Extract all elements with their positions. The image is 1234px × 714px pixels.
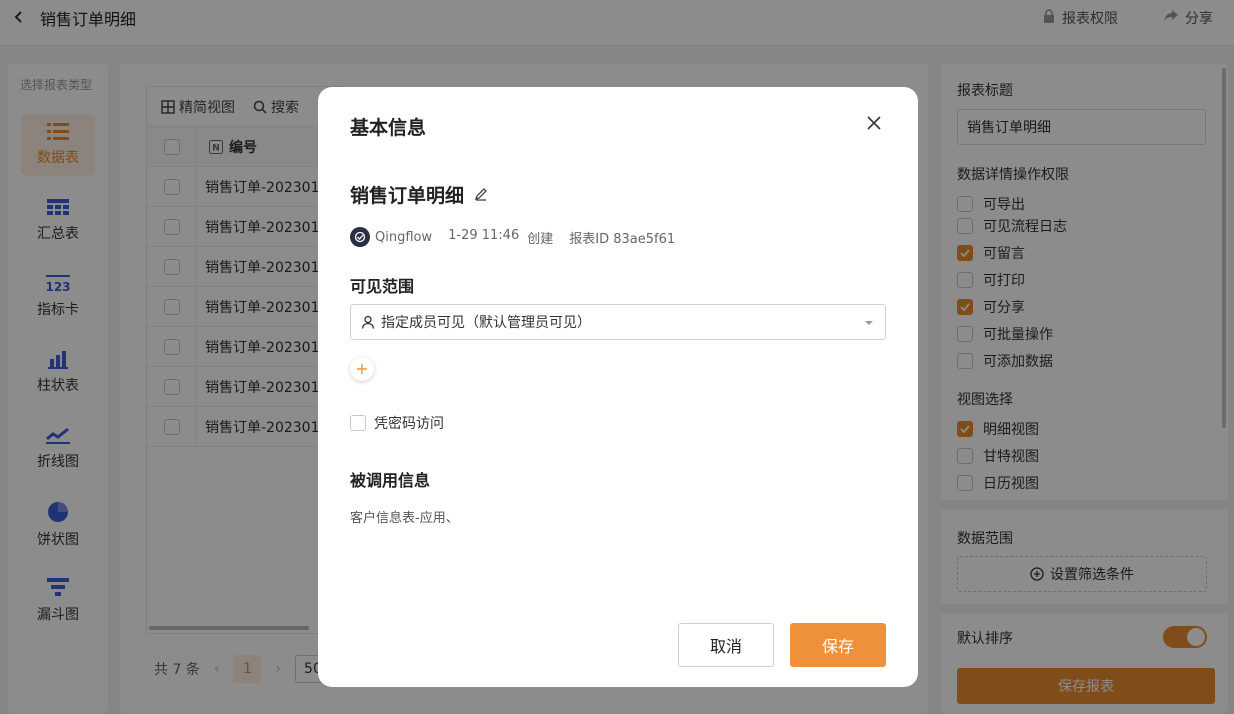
password-access-label: 凭密码访问 [374,416,444,432]
chevron-down-icon [865,321,873,325]
basic-info-dialog: 基本信息 销售订单明细 Qingflow 1-29 11:46 创建 报表ID … [318,87,918,687]
plus-icon [357,364,367,374]
creator-name: Qingflow [375,229,433,245]
visibility-select[interactable]: 指定成员可见（默认管理员可见） [350,304,886,340]
edit-pencil-icon[interactable] [474,184,488,206]
dialog-title: 基本信息 [350,117,427,139]
qingflow-logo-icon [350,227,370,247]
password-access-checkbox[interactable]: 凭密码访问 [350,413,444,433]
report-name: 销售订单明细 [350,185,465,207]
report-meta: Qingflow 1-29 11:46 创建 报表ID 83ae5f61 [350,227,675,247]
visibility-value: 指定成员可见（默认管理员可见） [381,315,591,331]
save-button[interactable]: 保存 [790,623,886,667]
close-icon[interactable] [864,113,884,133]
cancel-button[interactable]: 取消 [678,623,774,667]
visibility-section-label: 可见范围 [350,277,415,296]
report-id: 报表ID 83ae5f61 [569,231,676,247]
user-icon [361,315,375,329]
add-member-button[interactable] [350,357,374,381]
ref-info-section-label: 被调用信息 [350,471,431,490]
ref-info-value: 客户信息表-应用、 [350,511,459,526]
password-access-box[interactable] [350,415,366,431]
created-suffix: 创建 [527,231,554,247]
report-name-heading: 销售订单明细 [350,181,488,208]
created-time: 1-29 11:46 [448,227,520,243]
